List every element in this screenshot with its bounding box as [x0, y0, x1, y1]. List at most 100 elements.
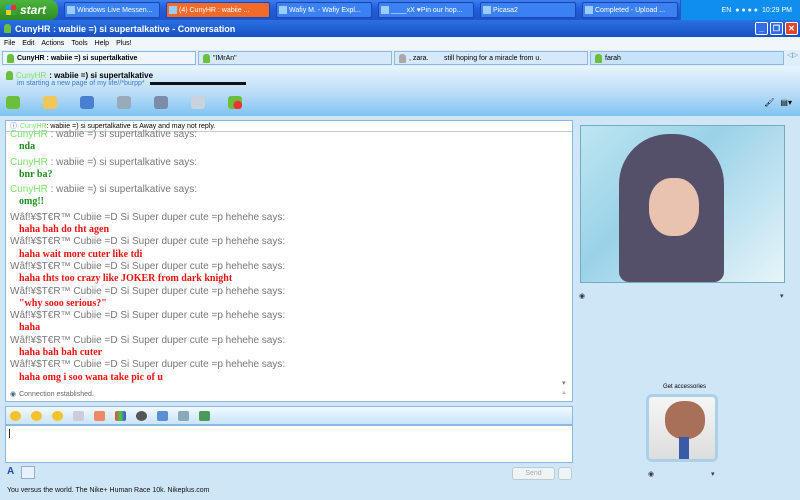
task-picasa[interactable]: Picasa2: [480, 2, 576, 18]
plus-icon[interactable]: [94, 410, 105, 421]
task-label: Picasa2: [493, 6, 518, 14]
chevron-down-icon[interactable]: ▾: [780, 292, 784, 300]
get-accessories-link[interactable]: Get accessories: [663, 384, 706, 390]
task-label: ____xX ♥Pin our hop...: [391, 6, 463, 14]
start-button[interactable]: start: [0, 0, 58, 20]
task-upload[interactable]: Completed - Upload ...: [582, 2, 678, 18]
task-label: (4) CunyHR : wabiie ...: [179, 6, 250, 14]
conversation-tabs: CunyHR : wabiie =) si supertalkative "IM…: [0, 50, 800, 66]
message-sender: Wâf!¥$T€R™ Cubiie =D Si Super duper cute…: [10, 359, 568, 371]
audio-icon[interactable]: [136, 410, 147, 421]
text-caret: [9, 429, 10, 438]
ie-icon: [381, 6, 389, 14]
background-icon[interactable]: [115, 410, 126, 421]
webcam-icon[interactable]: ◉: [648, 470, 654, 478]
editor-toolbar: [5, 406, 573, 425]
share-files-icon[interactable]: [43, 96, 57, 109]
webcam-icon: ◉: [10, 391, 17, 398]
picasa-icon: [483, 6, 491, 14]
scroll-down-icon[interactable]: ▾: [562, 379, 566, 387]
personal-message: im starting a new page of my life//*burp…: [17, 80, 246, 87]
tab-zara[interactable]: , zara. still hoping for a miracle from …: [394, 51, 588, 65]
menu-edit[interactable]: Edit: [22, 40, 34, 47]
send-button[interactable]: Send: [512, 467, 555, 480]
nudge-icon[interactable]: [52, 410, 63, 421]
message-list: CunyHR : wabiie =) si supertalkative say…: [6, 129, 572, 384]
tray-icons[interactable]: ● ● ● ●: [735, 7, 758, 14]
call-icon[interactable]: [117, 96, 131, 109]
message-sender: CunyHR : wabiie =) si supertalkative say…: [10, 184, 568, 196]
action-toolbar: [6, 96, 242, 109]
activities-icon[interactable]: [154, 96, 168, 109]
video-call-icon[interactable]: [80, 96, 94, 109]
block-icon[interactable]: [228, 96, 242, 109]
message-sender: Wâf!¥$T€R™ Cubiie =D Si Super duper cute…: [10, 212, 568, 224]
messenger-icon: [4, 24, 11, 33]
message-text: "why sooo serious?": [19, 297, 107, 309]
tab-label: , zara. still hoping for a miracle from …: [409, 54, 542, 62]
menu-tools[interactable]: Tools: [71, 40, 87, 47]
windows-logo-icon: [6, 5, 16, 15]
sender-nick: CunyHR: [10, 156, 48, 168]
sender-name: Wâf!¥$T€R™ Cubiie =D Si Super duper cute…: [10, 285, 286, 297]
message-text: haha bah do tht agen: [19, 224, 110, 236]
psm-text: im starting a new page of my life//*burp…: [17, 80, 145, 87]
sender-name: Wâf!¥$T€R™ Cubiie =D Si Super duper cute…: [10, 359, 286, 371]
sender-name: Wâf!¥$T€R™ Cubiie =D Si Super duper cute…: [10, 260, 286, 272]
my-display-picture[interactable]: [646, 394, 718, 462]
message-input[interactable]: [5, 425, 573, 463]
ad-banner[interactable]: You versus the world. The Nike+ Human Ra…: [7, 487, 210, 494]
menu-plus[interactable]: Plus!: [116, 40, 132, 47]
contact-status-icon: [203, 53, 210, 63]
tab-label: CunyHR : wabiie =) si supertalkative: [17, 54, 138, 62]
voice-clip-icon[interactable]: [73, 410, 84, 421]
language-indicator[interactable]: EN: [722, 7, 732, 14]
task-explorer[interactable]: Wafiy M. - Wafiy Expl...: [276, 2, 372, 18]
menu-file[interactable]: File: [4, 40, 15, 47]
font-button[interactable]: A: [7, 466, 14, 477]
tab-scroll-button[interactable]: ◁▷: [787, 51, 798, 65]
handwriting-button[interactable]: [21, 466, 35, 479]
sender-name: : wabiie =) si supertalkative says:: [47, 129, 198, 140]
task-browser[interactable]: ____xX ♥Pin our hop...: [378, 2, 474, 18]
wink-icon[interactable]: [31, 410, 42, 421]
sender-name: Wâf!¥$T€R™ Cubiie =D Si Super duper cute…: [10, 236, 286, 248]
message-text: haha thts too crazy like JOKER from dark…: [19, 273, 233, 285]
sender-nick: CunyHR: [10, 129, 48, 140]
message-text: haha bah bah cuter: [19, 347, 103, 359]
screenshot-icon[interactable]: [199, 410, 210, 421]
chat-history[interactable]: ⓘ CunyHR : wabiie =) si supertalkative is…: [5, 120, 573, 402]
sender-nick: CunyHR: [10, 184, 48, 196]
games-icon[interactable]: [191, 96, 205, 109]
maximize-button[interactable]: ❐: [770, 22, 783, 35]
menu-bar: File Edit Actions Tools Help Plus!: [0, 37, 800, 50]
emoticon-icon[interactable]: [10, 410, 21, 421]
close-button[interactable]: ✕: [785, 22, 798, 35]
contact-header: CunyHR : wabiie =) si supertalkative im …: [0, 66, 800, 116]
tab-farah[interactable]: farah: [590, 51, 784, 65]
tab-imran[interactable]: "IMrAn": [198, 51, 392, 65]
menu-actions[interactable]: Actions: [41, 40, 64, 47]
message-text: nda: [19, 141, 36, 153]
games-icon[interactable]: [157, 410, 168, 421]
chevron-down-icon[interactable]: ▾: [711, 470, 715, 478]
message-text: bnr ba?: [19, 168, 53, 180]
invite-icon[interactable]: [6, 96, 20, 109]
menu-dropdown-icon[interactable]: ▤▾: [780, 98, 792, 107]
paintbrush-icon[interactable]: 🖌: [764, 98, 774, 107]
window-title: CunyHR : wabiie =) si supertalkative - C…: [15, 23, 236, 34]
tab-cunyhr[interactable]: CunyHR : wabiie =) si supertalkative: [2, 51, 196, 65]
search-button[interactable]: [558, 467, 572, 480]
picasa-icon: [585, 6, 593, 14]
task-conversation[interactable]: (4) CunyHR : wabiie ...: [166, 2, 270, 18]
contact-name-line: CunyHR : wabiie =) si supertalkative: [6, 71, 153, 80]
scribble-decoration: [149, 81, 246, 85]
task-messenger[interactable]: Windows Live Messen...: [64, 2, 160, 18]
message-sender: Wâf!¥$T€R™ Cubiie =D Si Super duper cute…: [10, 335, 568, 347]
menu-help[interactable]: Help: [95, 40, 109, 47]
minimize-button[interactable]: _: [755, 22, 768, 35]
webcam-icon[interactable]: ◉: [579, 292, 585, 300]
scroll-end-icon[interactable]: ⩡: [562, 390, 566, 398]
chat-scrollbar[interactable]: ▾ ⩡: [562, 132, 572, 401]
spellcheck-icon[interactable]: [178, 410, 189, 421]
